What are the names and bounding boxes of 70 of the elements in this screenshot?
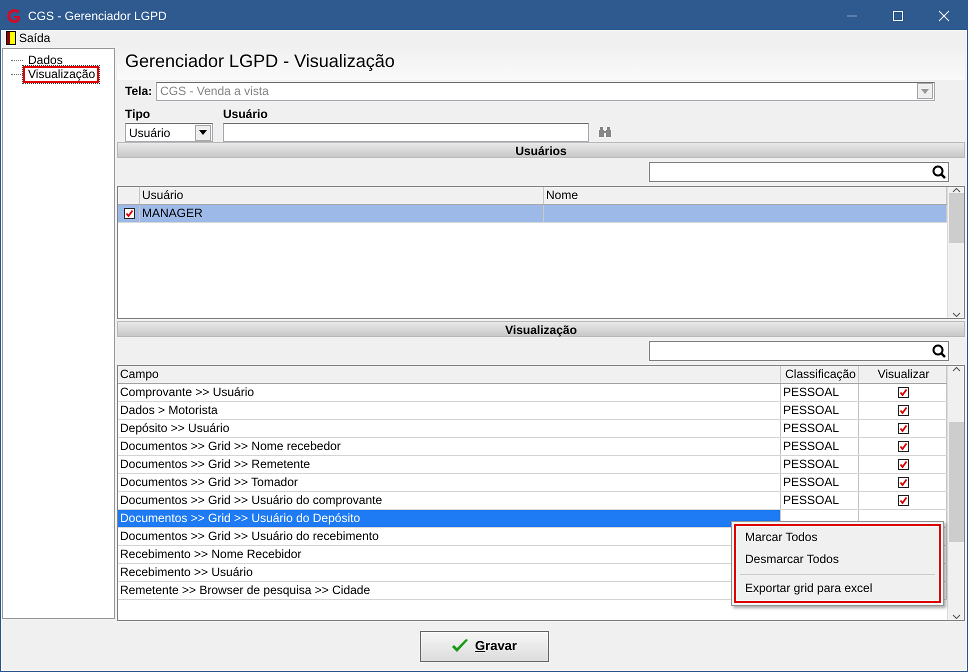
scrollbar[interactable]: [947, 187, 964, 318]
table-cell: Comprovante >> Usuário: [120, 385, 254, 399]
app-logo-icon: [6, 8, 22, 24]
table-row[interactable]: MANAGER: [118, 205, 947, 223]
maximize-icon: [892, 10, 904, 22]
search-icon[interactable]: [932, 165, 946, 179]
tree-item[interactable]: Dados: [23, 52, 68, 68]
checkbox[interactable]: [898, 405, 909, 416]
table-cell: PESSOAL: [783, 493, 840, 507]
section-header: Usuários: [117, 142, 965, 158]
table-cell: Documentos >> Grid >> Usuário do recebimento: [120, 529, 379, 543]
checkbox[interactable]: [898, 459, 909, 470]
table-row[interactable]: Dados > Motorista PESSOAL: [118, 402, 947, 420]
table-cell: PESSOAL: [783, 475, 840, 489]
scroll-down-icon[interactable]: [952, 312, 960, 318]
table-cell: MANAGER: [142, 206, 203, 220]
table-cell: PESSOAL: [783, 439, 840, 453]
checkbox[interactable]: [898, 387, 909, 398]
table-cell: Documentos >> Grid >> Usuário do comprovante: [120, 493, 382, 507]
binoculars-icon[interactable]: [599, 127, 611, 137]
scroll-up-icon[interactable]: [952, 187, 960, 193]
checkbox[interactable]: [898, 477, 909, 488]
table-cell: Recebimento >> Usuário: [120, 565, 253, 579]
dropdown-arrow-icon: [921, 88, 929, 94]
user-input-field[interactable]: [223, 123, 589, 142]
scrollbar[interactable]: [947, 366, 964, 620]
table-cell: Documentos >> Grid >> Usuário do Depósito: [120, 511, 360, 525]
menu-item[interactable]: Saída: [4, 29, 52, 47]
field-label: Tela:: [125, 83, 152, 100]
scroll-down-icon[interactable]: [952, 614, 960, 620]
table-row[interactable]: Documentos >> Grid >> Tomador PESSOAL: [118, 474, 947, 492]
field-label: Tipo: [125, 106, 152, 123]
field-label: Usuário: [223, 106, 269, 123]
column-header[interactable]: Classificação: [781, 366, 859, 383]
table-row[interactable]: Documentos >> Grid >> Remetente PESSOAL: [118, 456, 947, 474]
menu-item[interactable]: Marcar Todos: [738, 527, 937, 549]
close-icon: [938, 10, 950, 22]
window-title: CGS - Gerenciador LGPD: [28, 8, 167, 24]
type-dropdown[interactable]: Usuário: [125, 123, 213, 142]
table-row[interactable]: Documentos >> Grid >> Nome recebedor PESSOAL: [118, 438, 947, 456]
table-cell: PESSOAL: [783, 385, 840, 399]
tree-item[interactable]: Visualização: [23, 66, 100, 82]
table-cell: Depósito >> Usuário: [120, 421, 230, 435]
table-row[interactable]: Comprovante >> Usuário PESSOAL: [118, 384, 947, 402]
search-field[interactable]: [649, 162, 949, 182]
table-cell: Documentos >> Grid >> Tomador: [120, 475, 298, 489]
table-cell: PESSOAL: [783, 403, 840, 417]
column-header[interactable]: Usuário: [140, 187, 544, 204]
save-button[interactable]: Gravar: [420, 630, 548, 662]
table-cell: Recebimento >> Nome Recebidor: [120, 547, 302, 561]
checkbox[interactable]: [898, 423, 909, 434]
checkbox[interactable]: [124, 208, 135, 219]
table-cell: Documentos >> Grid >> Nome recebedor: [120, 439, 341, 453]
checkbox[interactable]: [898, 441, 909, 452]
table-cell: Dados > Motorista: [120, 403, 218, 417]
table-cell: Remetente >> Browser de pesquisa >> Cidade: [120, 583, 370, 597]
door-icon: [6, 31, 16, 45]
checkmark-icon: [451, 638, 470, 654]
column-header[interactable]: Campo: [118, 366, 781, 383]
dropdown-arrow-icon: [199, 130, 207, 135]
search-field[interactable]: [649, 341, 949, 361]
search-icon[interactable]: [932, 344, 946, 358]
table-row[interactable]: Documentos >> Grid >> Usuário do Depósito: [118, 510, 947, 528]
scroll-up-icon[interactable]: [952, 366, 960, 372]
table-row[interactable]: Depósito >> Usuário PESSOAL: [118, 420, 947, 438]
table-cell: Documentos >> Grid >> Remetente: [120, 457, 310, 471]
table-cell: PESSOAL: [783, 421, 840, 435]
section-header: Visualização: [117, 321, 965, 337]
table-cell: PESSOAL: [783, 457, 840, 471]
checkbox[interactable]: [898, 495, 909, 506]
